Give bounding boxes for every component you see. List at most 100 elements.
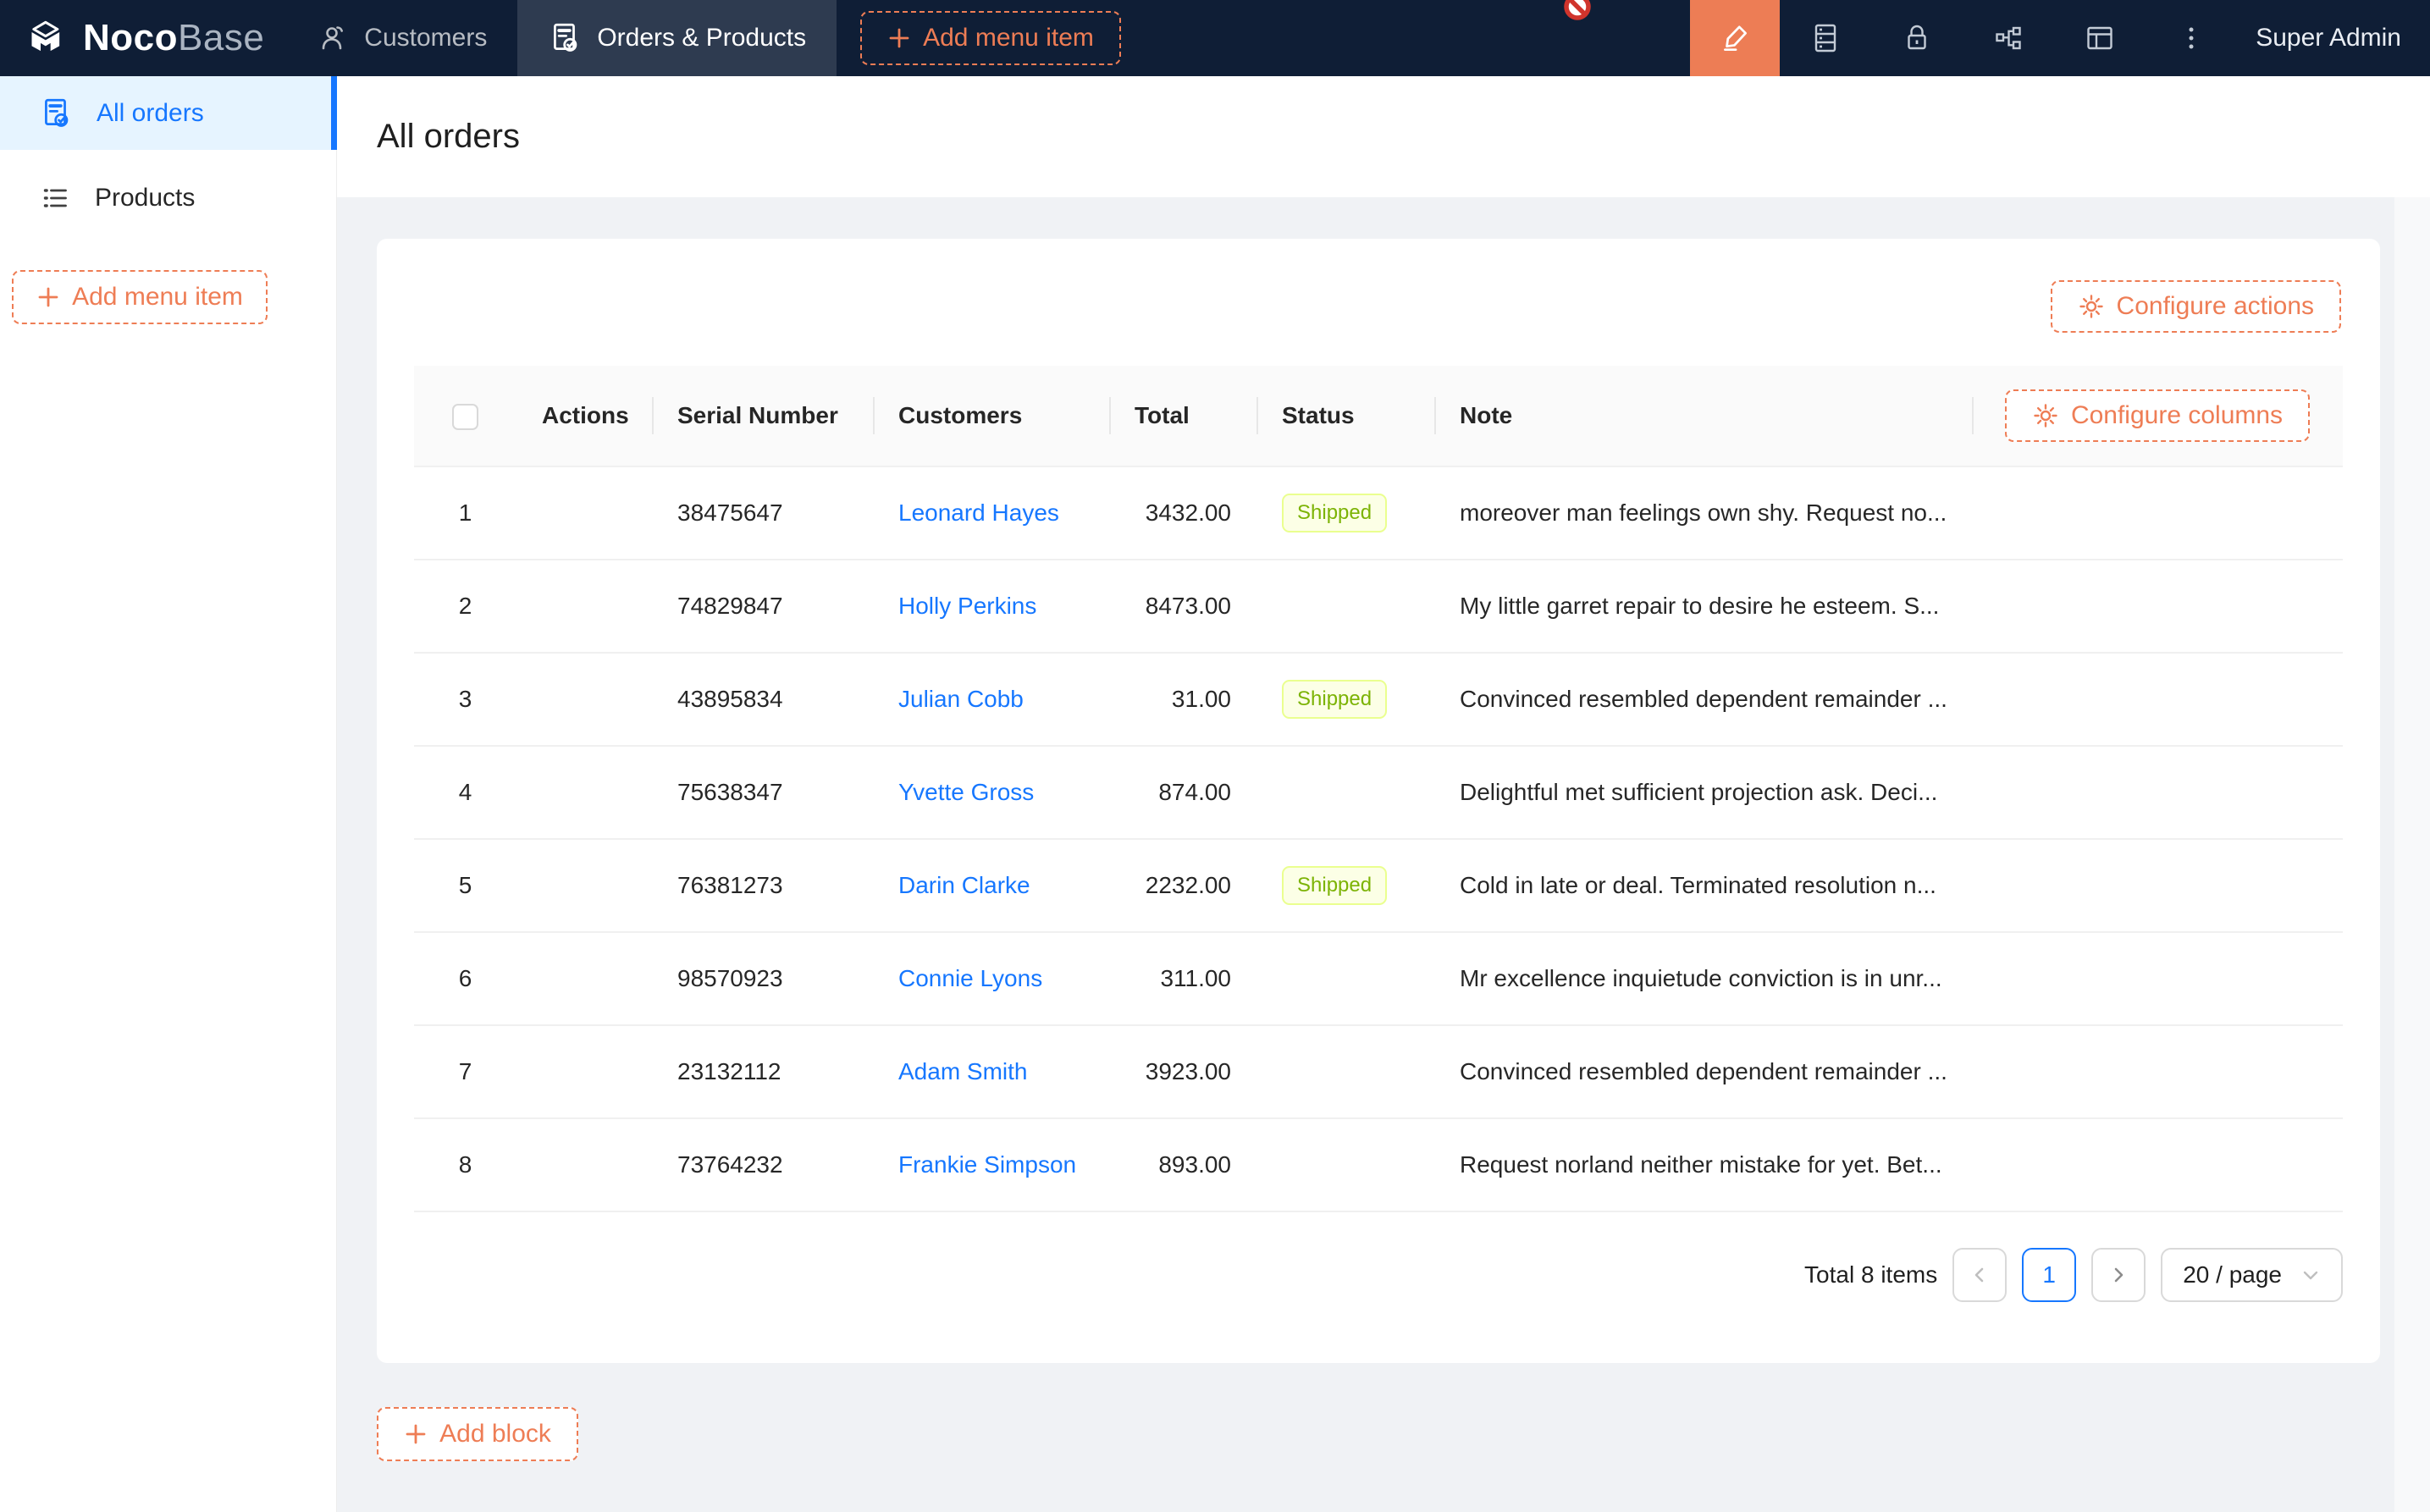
note-cell: Cold in late or deal. Terminated resolut…: [1434, 839, 1972, 932]
tab-customers[interactable]: Customers: [286, 0, 517, 76]
actions-cell: [516, 653, 652, 746]
order-doc-icon: [548, 21, 582, 55]
row-index: 2: [414, 560, 516, 653]
customer-link[interactable]: Leonard Hayes: [898, 499, 1059, 526]
total-cell: 3432.00: [1109, 466, 1256, 560]
lock-button[interactable]: [1871, 0, 1963, 76]
main-area: All orders Configure actions: [337, 76, 2430, 1512]
org-chart-button[interactable]: [1963, 0, 2054, 76]
table-row[interactable]: 1 38475647 Leonard Hayes 3432.00 Shipped…: [414, 466, 2343, 560]
sidebar: All orders Products Add menu item: [0, 76, 337, 1512]
spacer-cell: [1972, 466, 2343, 560]
note-cell: My little garret repair to desire he est…: [1434, 560, 1972, 653]
nocobase-logo[interactable]: NocoBase: [0, 0, 286, 76]
tab-orders-products[interactable]: Orders & Products: [517, 0, 837, 76]
layout-icon: [2084, 22, 2116, 54]
more-button[interactable]: [2146, 0, 2237, 76]
status-badge: Shipped: [1282, 866, 1387, 905]
orders-table-block: Configure actions Actions Serial Number: [377, 239, 2380, 1363]
serial-number-cell: 75638347: [652, 746, 873, 839]
customer-link[interactable]: Holly Perkins: [898, 593, 1036, 619]
configure-actions-button[interactable]: Configure actions: [2051, 280, 2341, 333]
row-index: 8: [414, 1118, 516, 1211]
next-page-button[interactable]: [2091, 1248, 2146, 1302]
database-button[interactable]: [1780, 0, 1871, 76]
note-cell: Request norland neither mistake for yet.…: [1434, 1118, 1972, 1211]
block-actions-bar: Configure actions: [377, 239, 2380, 333]
add-menu-item-label: Add menu item: [923, 24, 1094, 52]
sidebar-item-all-orders[interactable]: All orders: [0, 76, 336, 150]
customer-link[interactable]: Julian Cobb: [898, 686, 1024, 712]
layout-button[interactable]: [2054, 0, 2146, 76]
column-header-total: Total: [1109, 366, 1256, 466]
row-index: 6: [414, 932, 516, 1025]
customer-cell: Connie Lyons: [873, 932, 1109, 1025]
page-size-select[interactable]: 20 / page: [2161, 1248, 2343, 1302]
blocked-cursor-icon: [1562, 0, 1593, 22]
page-number-button[interactable]: 1: [2022, 1248, 2076, 1302]
highlighter-icon: [1718, 21, 1752, 55]
user-menu[interactable]: Super Admin: [2237, 24, 2430, 52]
serial-number-cell: 43895834: [652, 653, 873, 746]
actions-cell: [516, 1118, 652, 1211]
scrollbar-track[interactable]: [2394, 197, 2430, 1512]
customer-cell: Julian Cobb: [873, 653, 1109, 746]
nav-tabs: Customers Orders & Products: [286, 0, 837, 76]
note-cell: Mr excellence inquietude conviction is i…: [1434, 932, 1972, 1025]
total-cell: 893.00: [1109, 1118, 1256, 1211]
table-row[interactable]: 6 98570923 Connie Lyons 311.00 Mr excell…: [414, 932, 2343, 1025]
status-cell: [1256, 932, 1434, 1025]
table-row[interactable]: 4 75638347 Yvette Gross 874.00 Delightfu…: [414, 746, 2343, 839]
page-title: All orders: [377, 118, 520, 156]
gear-icon: [2032, 402, 2059, 429]
table-row[interactable]: 7 23132112 Adam Smith 3923.00 Convinced …: [414, 1025, 2343, 1118]
select-all-checkbox[interactable]: [452, 404, 478, 430]
tab-label: Customers: [364, 24, 487, 52]
row-index: 5: [414, 839, 516, 932]
orders-table: Actions Serial Number Customers Total St…: [414, 366, 2343, 1212]
customers-icon: [317, 22, 349, 54]
more-icon: [2175, 22, 2207, 54]
table-row[interactable]: 5 76381273 Darin Clarke 2232.00 Shipped …: [414, 839, 2343, 932]
customer-cell: Leonard Hayes: [873, 466, 1109, 560]
customer-link[interactable]: Connie Lyons: [898, 965, 1042, 991]
column-header-status: Status: [1256, 366, 1434, 466]
customer-link[interactable]: Darin Clarke: [898, 872, 1030, 898]
spacer-cell: [1972, 746, 2343, 839]
configure-columns-button[interactable]: Configure columns: [2005, 389, 2310, 442]
sidebar-add-menu-item-button[interactable]: Add menu item: [12, 270, 268, 324]
actions-cell: [516, 1025, 652, 1118]
actions-cell: [516, 466, 652, 560]
spacer-cell: [1972, 1025, 2343, 1118]
table-row[interactable]: 2 74829847 Holly Perkins 8473.00 My litt…: [414, 560, 2343, 653]
add-block-button[interactable]: Add block: [377, 1407, 578, 1461]
configure-actions-label: Configure actions: [2117, 292, 2314, 321]
serial-number-cell: 73764232: [652, 1118, 873, 1211]
sidebar-item-label: Products: [95, 184, 195, 212]
ui-editor-button[interactable]: [1690, 0, 1780, 76]
serial-number-cell: 74829847: [652, 560, 873, 653]
navbar-add-menu-item-button[interactable]: Add menu item: [860, 11, 1121, 65]
page-header: All orders: [337, 76, 2430, 197]
pagination-total: Total 8 items: [1804, 1261, 1937, 1289]
total-cell: 874.00: [1109, 746, 1256, 839]
customer-link[interactable]: Adam Smith: [898, 1058, 1028, 1084]
table-row[interactable]: 8 73764232 Frankie Simpson 893.00 Reques…: [414, 1118, 2343, 1211]
customer-link[interactable]: Frankie Simpson: [898, 1151, 1076, 1178]
logo-cube-icon: [24, 20, 69, 56]
table-row[interactable]: 3 43895834 Julian Cobb 31.00 Shipped Con…: [414, 653, 2343, 746]
status-cell: [1256, 1118, 1434, 1211]
sidebar-item-products[interactable]: Products: [0, 161, 336, 235]
customer-link[interactable]: Yvette Gross: [898, 779, 1034, 805]
plus-icon: [404, 1422, 428, 1446]
previous-page-button[interactable]: [1952, 1248, 2007, 1302]
status-cell: Shipped: [1256, 466, 1434, 560]
customer-cell: Frankie Simpson: [873, 1118, 1109, 1211]
add-block-label: Add block: [439, 1420, 551, 1449]
add-menu-item-label: Add menu item: [72, 283, 243, 312]
logo-text: NocoBase: [83, 17, 264, 59]
column-header-serial-number: Serial Number: [652, 366, 873, 466]
note-cell: Delightful met sufficient projection ask…: [1434, 746, 1972, 839]
tab-label: Orders & Products: [597, 24, 806, 52]
order-doc-icon: [39, 97, 73, 130]
